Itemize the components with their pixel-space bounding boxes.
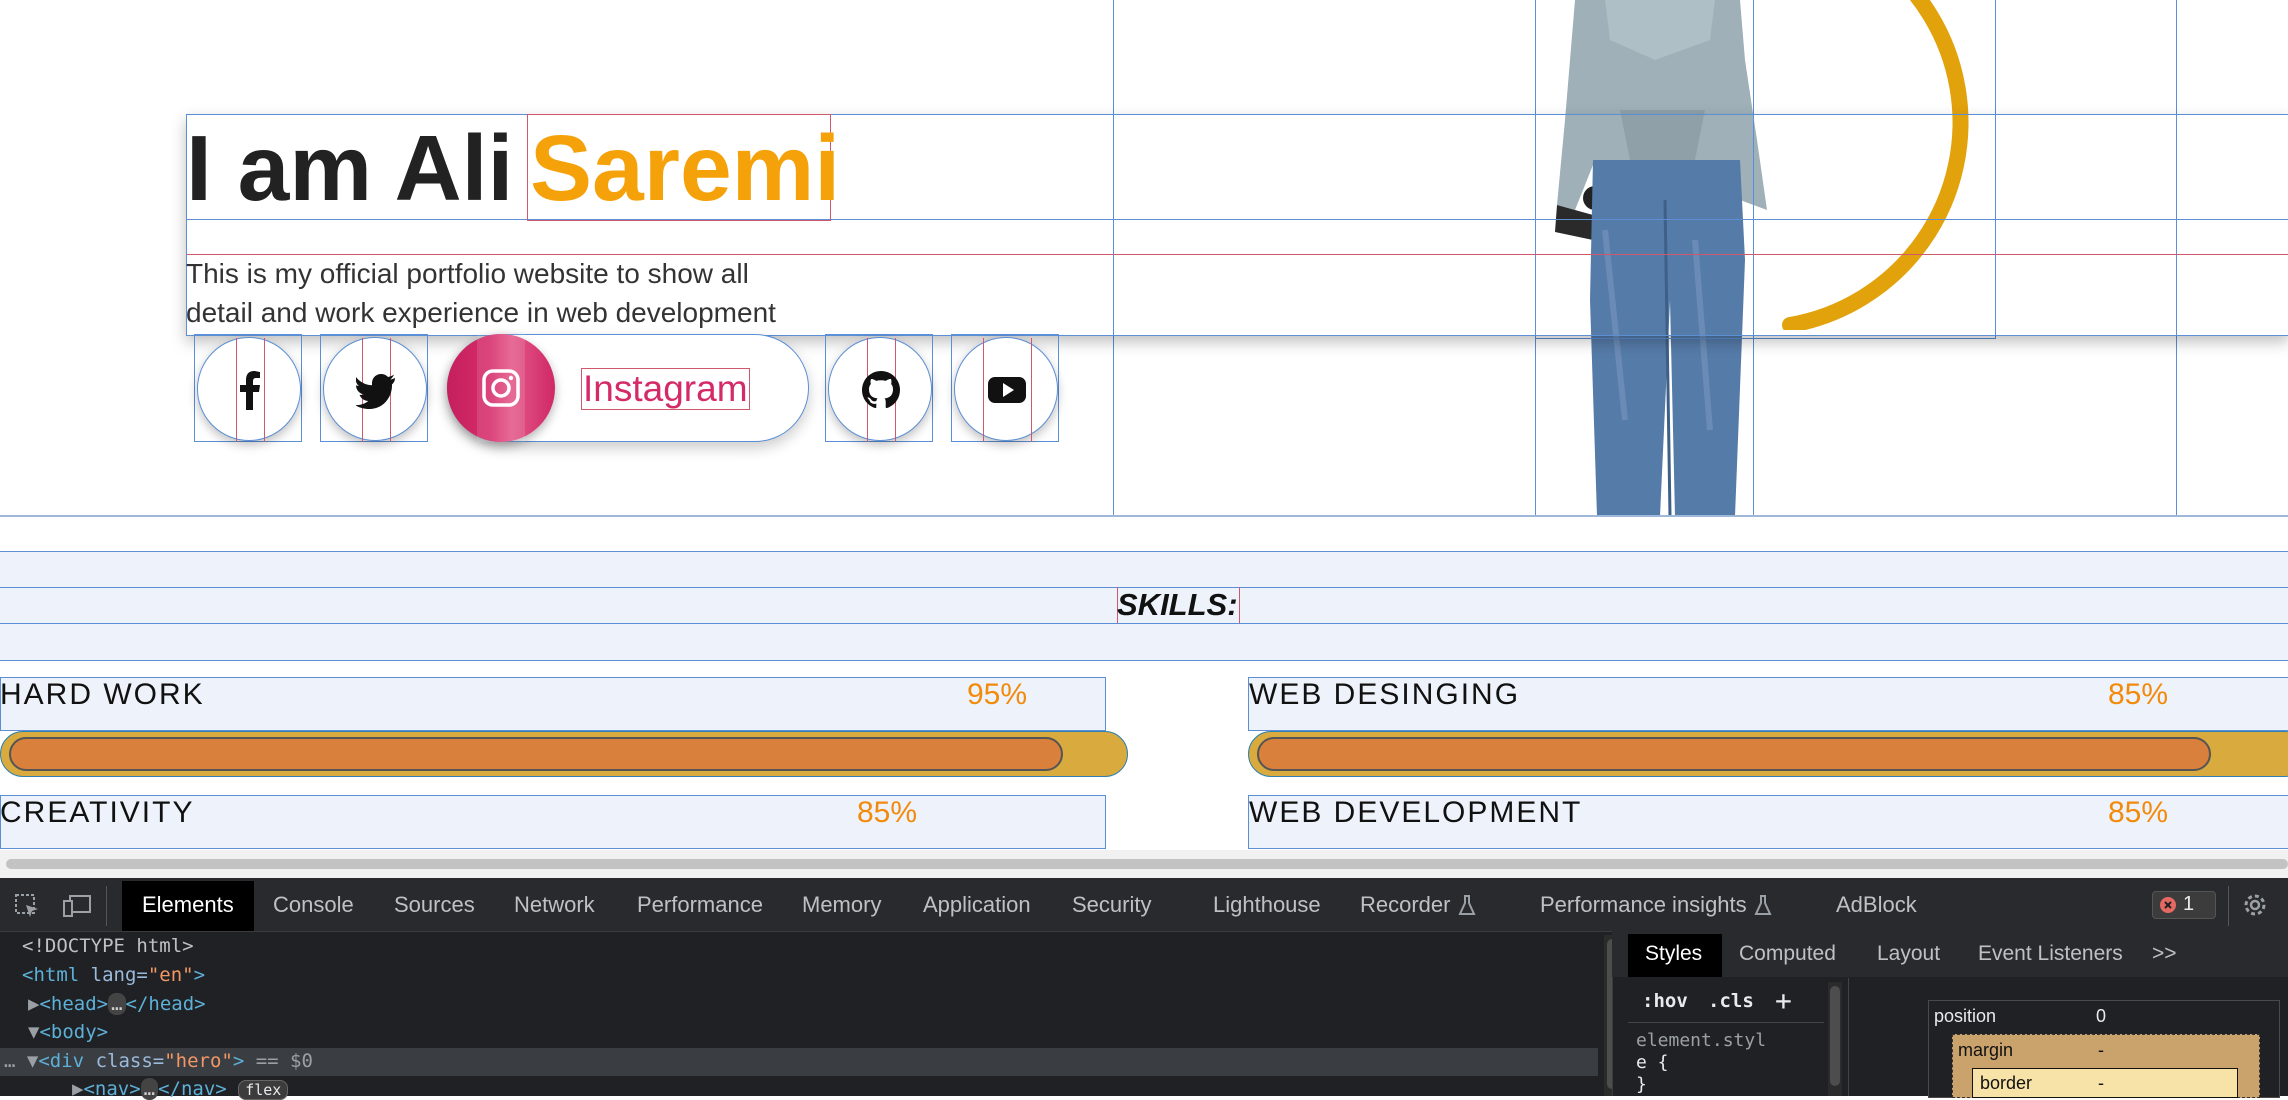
tab-event-listeners[interactable]: Event Listeners [1978,942,2123,966]
inspect-element-icon[interactable] [14,893,40,919]
flask-icon [1458,895,1476,915]
tab-application[interactable]: Application [923,892,1031,918]
youtube-icon [988,377,1026,403]
skill-name: WEB DESINGING [1249,678,1521,711]
instagram-label[interactable]: Instagram [581,368,750,410]
skill-progress-fill [9,737,1063,771]
skill-percent: 85% [857,796,918,829]
hero-divider [0,515,2288,517]
facebook-icon [240,371,260,410]
tab-console[interactable]: Console [273,892,354,918]
hero-subtitle: This is my official portfolio website to… [186,254,806,332]
divider [1628,1022,1824,1023]
instagram-circle[interactable] [447,334,555,442]
twitter-icon [356,374,395,409]
dom-head-node[interactable]: ▶<head>… </head> [28,993,206,1015]
github-button[interactable] [825,334,933,442]
instagram-icon [482,369,520,407]
border-label: border [1980,1073,2033,1093]
skill-percent: 85% [2108,678,2169,711]
tab-computed[interactable]: Computed [1739,942,1836,966]
twitter-button[interactable] [320,334,428,442]
error-icon [2160,897,2176,913]
skill-name: CREATIVITY [0,796,195,829]
styles-scrollbar[interactable] [1828,982,1842,1096]
dom-hero-div-node[interactable]: … ▼<div class="hero"> == $0 [4,1050,313,1072]
dom-nav-node[interactable]: ▶<nav>… </nav> flex [72,1078,289,1100]
hero-title: I am Ali [186,116,514,220]
new-style-rule-button[interactable]: + [1775,984,1792,1017]
horizontal-scrollbar[interactable] [0,850,2288,878]
element-style-brace: e { [1636,1052,1669,1073]
tab-network[interactable]: Network [514,892,595,918]
skill-percent: 85% [2108,796,2169,829]
flask-icon [1754,895,1772,915]
dom-doctype[interactable]: <!DOCTYPE html> [22,935,194,957]
skill-progress-bar [1248,731,2288,777]
skills-title: SKILLS: [1117,587,1238,622]
facebook-button[interactable] [194,334,302,442]
grid-line [0,660,2288,661]
border-value: - [2098,1073,2104,1093]
subtitle-line: This is my official portfolio website to… [186,258,749,289]
skill-progress-bar [0,731,1128,777]
hero-title-accent: Saremi [530,116,841,220]
element-style-close: } [1636,1074,1647,1095]
margin-value: - [2098,1040,2104,1060]
element-style-selector: element.styl [1636,1030,1767,1051]
tab-adblock[interactable]: AdBlock [1836,892,1917,918]
margin-label: margin [1958,1040,2014,1060]
divider [1848,978,1849,1096]
tab-performance[interactable]: Performance [637,892,763,918]
skill-progress-fill [1257,737,2211,771]
tab-memory[interactable]: Memory [802,892,881,918]
dom-body-node[interactable]: ▼<body> [28,1021,108,1043]
tab-lighthouse[interactable]: Lighthouse [1213,892,1321,918]
position-label: position [1934,1006,1997,1026]
grid-line [0,551,2288,552]
toolbar-divider [106,886,107,926]
tab-elements[interactable]: Elements [142,892,234,918]
settings-gear-icon[interactable] [2241,891,2269,919]
grid-line [1535,338,1996,339]
github-icon [862,371,900,409]
tab-styles[interactable]: Styles [1645,942,1702,966]
subtitle-line: detail and work experience in web develo… [186,297,776,328]
tab-security[interactable]: Security [1072,892,1151,918]
error-count: 1 [2183,893,2195,915]
hov-toggle[interactable]: :hov [1642,990,1688,1012]
more-tabs-chevron-icon[interactable]: >> [2152,942,2177,966]
device-toolbar-icon[interactable] [62,893,92,919]
position-value: 0 [2096,1006,2107,1026]
scrollbar-thumb[interactable] [6,859,2288,869]
skill-name: HARD WORK [0,678,205,711]
grid-line [0,623,2288,624]
tab-layout[interactable]: Layout [1877,942,1940,966]
tab-performance-insights[interactable]: Performance insights [1540,892,1747,918]
skill-percent: 95% [967,678,1028,711]
skill-name: WEB DEVELOPMENT [1249,796,1583,829]
error-badge[interactable]: 1 [2152,891,2216,919]
cls-toggle[interactable]: .cls [1708,990,1754,1012]
youtube-button[interactable] [951,334,1059,442]
toolbar-divider [2228,886,2229,926]
dom-html-node[interactable]: <html lang="en"> [22,964,205,986]
tab-sources[interactable]: Sources [394,892,475,918]
tab-recorder[interactable]: Recorder [1360,892,1450,918]
